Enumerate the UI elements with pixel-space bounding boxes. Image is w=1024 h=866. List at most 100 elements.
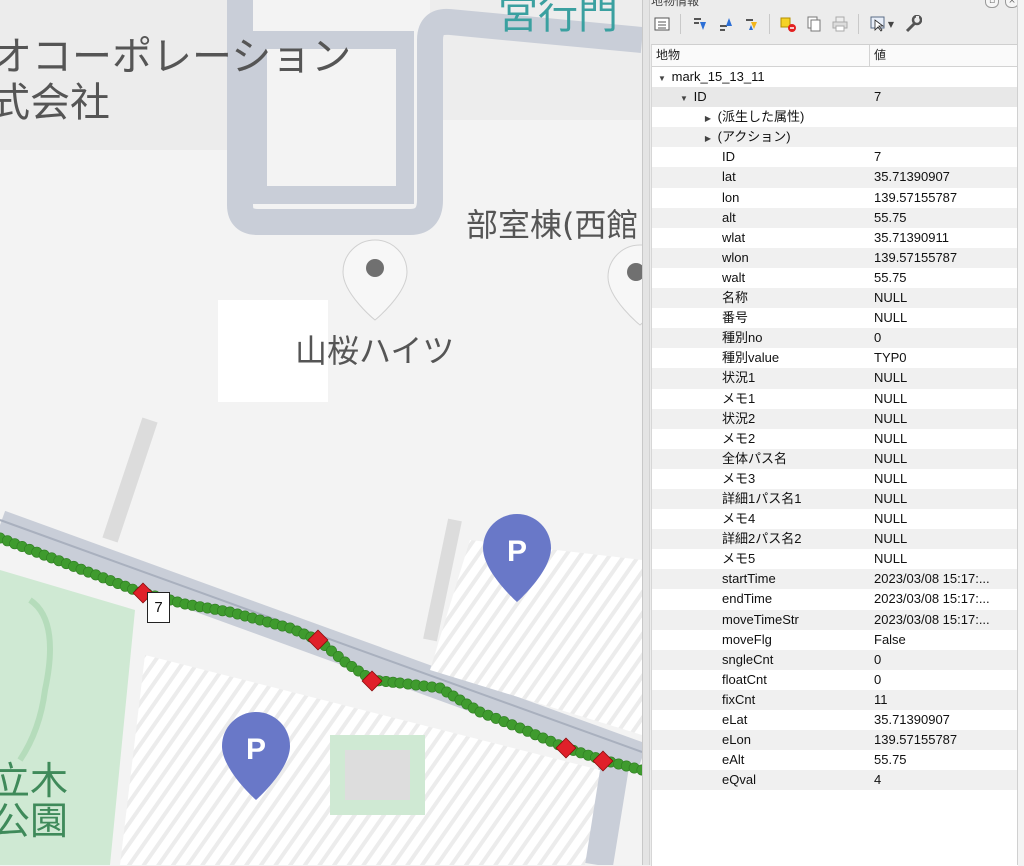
identify-results-tree[interactable]: 地物 値 ▼ mark_15_13_11 ▼ ID 7 ▶ (派生した属性) ▶… [651, 44, 1018, 866]
print-button[interactable] [829, 13, 851, 35]
attribute-row[interactable]: 種別no 0 [652, 328, 1018, 349]
layer-row[interactable]: ▼ mark_15_13_11 [652, 67, 1018, 87]
attribute-row[interactable]: 名称 NULL [652, 288, 1018, 309]
attribute-row[interactable]: 番号 NULL [652, 308, 1018, 328]
attribute-row[interactable]: 全体パス名 NULL [652, 448, 1018, 469]
attribute-row[interactable]: ID 7 [652, 147, 1018, 167]
attribute-row[interactable]: moveFlg False [652, 630, 1018, 650]
column-header-feature[interactable]: 地物 [652, 45, 870, 66]
attribute-value: 2023/03/08 15:17:... [874, 571, 990, 587]
derived-attributes-label: (派生した属性) [717, 109, 805, 125]
company-label-line2: 式会社 [0, 80, 110, 126]
column-header-value[interactable]: 値 [870, 45, 1018, 66]
float-panel-button[interactable]: ▫ [985, 0, 999, 8]
attribute-value: 55.75 [874, 209, 907, 225]
attribute-row[interactable]: メモ5 NULL [652, 549, 1018, 569]
attribute-row[interactable]: メモ3 NULL [652, 469, 1018, 489]
attribute-rows: ID 7 lat 35.71390907 lon 139.57155787 alt 55.75… [652, 147, 1018, 791]
attribute-row[interactable]: 状況2 NULL [652, 408, 1018, 429]
attribute-value: 35.71390911 [874, 229, 949, 245]
attribute-row[interactable]: 種別value TYP0 [652, 348, 1018, 368]
attribute-name: lon [722, 189, 740, 205]
attribute-value: 0 [874, 651, 882, 667]
attribute-value: False [874, 631, 906, 647]
expand-all-button[interactable] [688, 13, 710, 35]
expand-tree-icon [654, 17, 670, 31]
collapse-arrow-icon[interactable]: ▼ [656, 69, 668, 87]
attribute-value: NULL [874, 310, 908, 326]
attribute-name: メモ5 [722, 551, 756, 567]
tree-header: 地物 値 [652, 45, 1018, 67]
settings-icon [905, 15, 922, 33]
attribute-row[interactable]: eQval 4 [652, 770, 1018, 791]
attribute-name: eLon [722, 732, 751, 748]
attribute-name: eLat [722, 712, 748, 727]
attribute-row[interactable]: moveTimeStr 2023/03/08 15:17:... [652, 609, 1018, 630]
settings-button[interactable] [902, 13, 924, 35]
expand-arrow-icon[interactable]: ▶ [702, 109, 714, 127]
attribute-row[interactable]: eLon 139.57155787 [652, 730, 1018, 751]
map-drawing[interactable]: P P [0, 0, 642, 865]
attribute-name: 詳細1パス名1 [722, 490, 802, 506]
haitsu-building-label: 山桜ハイツ [295, 332, 455, 370]
attribute-row[interactable]: alt 55.75 [652, 207, 1018, 228]
attribute-value: 11 [874, 691, 888, 707]
clear-highlight-button[interactable] [777, 13, 799, 35]
attribute-row[interactable]: lat 35.71390907 [652, 167, 1018, 188]
expand-arrow-icon[interactable]: ▶ [702, 129, 714, 147]
map-canvas[interactable]: P P 宮行門 オコーポレーション 式会社 部室棟(西館 山桜ハイツ 立木 公園… [0, 0, 642, 865]
attribute-value: NULL [874, 531, 908, 547]
attribute-row[interactable]: startTime 2023/03/08 15:17:... [652, 569, 1018, 590]
attribute-name: メモ3 [722, 470, 756, 486]
feature-key: ID [693, 89, 707, 105]
attribute-value: 139.57155787 [874, 732, 958, 748]
attribute-row[interactable]: メモ1 NULL [652, 389, 1018, 409]
collapse-all-button[interactable] [714, 13, 736, 35]
copy-button[interactable] [803, 13, 825, 35]
club-building-label: 部室棟(西館 [466, 206, 639, 244]
attribute-row[interactable]: sngleCnt 0 [652, 649, 1018, 670]
identify-mode-button[interactable]: ▼ [866, 13, 898, 35]
attribute-row[interactable]: wlat 35.71390911 [652, 228, 1018, 248]
collapse-all-icon [720, 18, 732, 31]
attribute-row[interactable]: lon 139.57155787 [652, 188, 1018, 208]
attribute-row[interactable]: fixCnt 11 [652, 689, 1018, 710]
attribute-row[interactable]: 詳細1パス名1 NULL [652, 488, 1018, 510]
attribute-value: NULL [874, 511, 908, 527]
attribute-row[interactable]: floatCnt 0 [652, 670, 1018, 690]
clear-highlight-icon [780, 17, 796, 32]
actions-row[interactable]: ▶ (アクション) [652, 127, 1018, 148]
attribute-value: 139.57155787 [874, 189, 958, 205]
attribute-value: NULL [874, 551, 908, 567]
close-icon: × [1008, 0, 1016, 6]
attribute-row[interactable]: eAlt 55.75 [652, 750, 1018, 770]
attribute-name: sngleCnt [722, 651, 774, 667]
expand-all-icon [694, 18, 706, 30]
collapse-arrow-icon[interactable]: ▼ [678, 89, 690, 107]
identify-mode-icon [870, 16, 885, 32]
attribute-value: NULL [874, 490, 908, 506]
attribute-row[interactable]: 状況1 NULL [652, 368, 1018, 389]
derived-attributes-row[interactable]: ▶ (派生した属性) [652, 107, 1018, 127]
attribute-row[interactable]: wlon 139.57155787 [652, 247, 1018, 268]
attribute-value: 139.57155787 [874, 249, 958, 265]
attribute-value: 55.75 [874, 752, 907, 768]
attribute-row[interactable]: eLat 35.71390907 [652, 710, 1018, 730]
copy-icon [807, 16, 821, 32]
attribute-name: endTime [722, 591, 773, 607]
expand-tree-button[interactable] [651, 13, 673, 35]
feature-row[interactable]: ▼ ID 7 [652, 87, 1018, 108]
attribute-row[interactable]: walt 55.75 [652, 268, 1018, 288]
layer-name: mark_15_13_11 [671, 69, 765, 84]
attribute-row[interactable]: 詳細2パス名2 NULL [652, 529, 1018, 550]
panel-splitter[interactable] [642, 0, 650, 865]
print-icon [832, 16, 848, 32]
attribute-row[interactable]: endTime 2023/03/08 15:17:... [652, 589, 1018, 609]
select-features-button[interactable] [740, 13, 762, 35]
attribute-name: moveFlg [722, 631, 772, 647]
attribute-name: walt [722, 269, 746, 285]
attribute-name: 種別value [722, 350, 780, 366]
actions-label: (アクション) [717, 129, 791, 145]
attribute-row[interactable]: メモ4 NULL [652, 509, 1018, 529]
attribute-row[interactable]: メモ2 NULL [652, 429, 1018, 449]
